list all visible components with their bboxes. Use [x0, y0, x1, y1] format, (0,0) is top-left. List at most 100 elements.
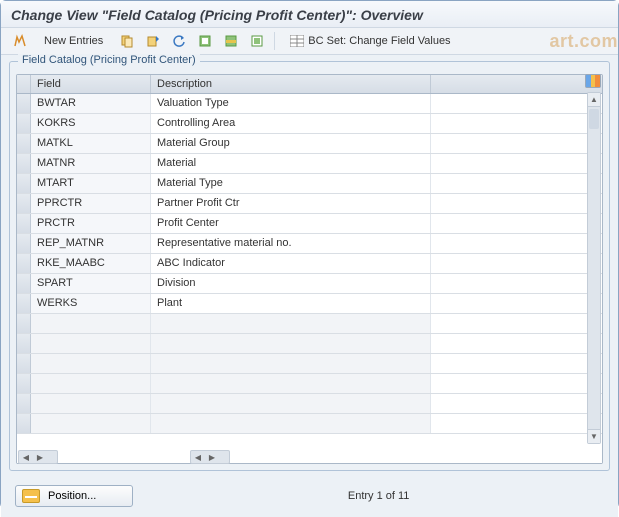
table-row[interactable]: RKE_MAABCABC Indicator: [17, 254, 602, 274]
cell-description[interactable]: Profit Center: [151, 214, 431, 233]
undo-button[interactable]: [168, 31, 190, 51]
cell-description[interactable]: Partner Profit Ctr: [151, 194, 431, 213]
row-selector[interactable]: [17, 194, 31, 213]
cell-description[interactable]: Division: [151, 274, 431, 293]
h-scroll-right[interactable]: ◀ ▶: [18, 450, 58, 464]
cell-field[interactable]: REP_MATNR: [31, 234, 151, 253]
position-label: Position...: [48, 490, 96, 502]
table-row[interactable]: PPRCTRPartner Profit Ctr: [17, 194, 602, 214]
scroll-up-icon[interactable]: ▲: [588, 93, 600, 107]
cell-description[interactable]: Material Type: [151, 174, 431, 193]
col-description[interactable]: Description: [151, 75, 431, 93]
row-selector[interactable]: [17, 394, 31, 413]
row-selector[interactable]: [17, 314, 31, 333]
cell-description[interactable]: Controlling Area: [151, 114, 431, 133]
cell-description[interactable]: Representative material no.: [151, 234, 431, 253]
row-selector[interactable]: [17, 174, 31, 193]
h-scroll-left-next-icon[interactable]: ▶: [205, 451, 219, 463]
table-row[interactable]: BWTARValuation Type: [17, 94, 602, 114]
cell-description[interactable]: Material: [151, 154, 431, 173]
cell-description: [151, 354, 431, 373]
row-selector[interactable]: [17, 134, 31, 153]
bcset-button[interactable]: BC Set: Change Field Values: [281, 31, 459, 51]
delete-button[interactable]: [142, 31, 164, 51]
cell-field: [31, 414, 151, 433]
cell-description: [151, 394, 431, 413]
cell-field[interactable]: MTART: [31, 174, 151, 193]
cell-field[interactable]: KOKRS: [31, 114, 151, 133]
cell-description[interactable]: Valuation Type: [151, 94, 431, 113]
row-selector[interactable]: [17, 214, 31, 233]
delete-icon: [146, 34, 160, 48]
table-row[interactable]: [17, 354, 602, 374]
row-selector[interactable]: [17, 114, 31, 133]
toggle-other-view-button[interactable]: [9, 31, 31, 51]
select-block-button[interactable]: [220, 31, 242, 51]
copy-icon: [120, 34, 134, 48]
col-field[interactable]: Field: [31, 75, 151, 93]
cell-field[interactable]: RKE_MAABC: [31, 254, 151, 273]
bcset-label: BC Set: Change Field Values: [308, 35, 450, 47]
cell-field[interactable]: PRCTR: [31, 214, 151, 233]
cell-field: [31, 374, 151, 393]
group-title: Field Catalog (Pricing Profit Center): [18, 54, 200, 66]
row-selector[interactable]: [17, 94, 31, 113]
h-scroll-right-prev-icon[interactable]: ◀: [19, 451, 33, 463]
col-select[interactable]: [17, 75, 31, 93]
table-row[interactable]: [17, 374, 602, 394]
cell-description[interactable]: Material Group: [151, 134, 431, 153]
row-selector[interactable]: [17, 354, 31, 373]
cell-field[interactable]: PPRCTR: [31, 194, 151, 213]
table-row[interactable]: SPARTDivision: [17, 274, 602, 294]
row-selector[interactable]: [17, 154, 31, 173]
table-row[interactable]: PRCTRProfit Center: [17, 214, 602, 234]
cell-field[interactable]: MATNR: [31, 154, 151, 173]
scroll-thumb[interactable]: [589, 109, 599, 129]
table-row[interactable]: [17, 394, 602, 414]
deselect-all-button[interactable]: [246, 31, 268, 51]
copy-as-button[interactable]: [116, 31, 138, 51]
row-selector[interactable]: [17, 374, 31, 393]
footer: Position... Entry 1 of 11: [1, 475, 618, 517]
position-button[interactable]: Position...: [15, 485, 133, 507]
cell-description: [151, 314, 431, 333]
table-row[interactable]: MATNRMaterial: [17, 154, 602, 174]
h-scroll-left-prev-icon[interactable]: ◀: [191, 451, 205, 463]
vertical-scrollbar[interactable]: ▲ ▼: [587, 92, 601, 444]
new-entries-button[interactable]: New Entries: [35, 31, 112, 51]
deselect-all-icon: [250, 34, 264, 48]
h-scroll-left[interactable]: ◀ ▶: [190, 450, 230, 464]
table-header: Field Description: [17, 75, 602, 94]
table-row[interactable]: [17, 314, 602, 334]
table-row[interactable]: MATKLMaterial Group: [17, 134, 602, 154]
table-row[interactable]: MTARTMaterial Type: [17, 174, 602, 194]
table-row[interactable]: [17, 414, 602, 434]
select-all-button[interactable]: [194, 31, 216, 51]
h-scroll-right-next-icon[interactable]: ▶: [33, 451, 47, 463]
cell-field[interactable]: MATKL: [31, 134, 151, 153]
page-title: Change View "Field Catalog (Pricing Prof…: [11, 7, 608, 23]
cell-field: [31, 394, 151, 413]
row-selector[interactable]: [17, 334, 31, 353]
table-row[interactable]: REP_MATNRRepresentative material no.: [17, 234, 602, 254]
row-selector[interactable]: [17, 414, 31, 433]
scroll-down-icon[interactable]: ▼: [588, 429, 600, 443]
table-row[interactable]: [17, 334, 602, 354]
select-all-icon: [198, 34, 212, 48]
cell-description[interactable]: ABC Indicator: [151, 254, 431, 273]
select-block-icon: [224, 34, 238, 48]
cell-field[interactable]: WERKS: [31, 294, 151, 313]
row-selector[interactable]: [17, 294, 31, 313]
cell-description[interactable]: Plant: [151, 294, 431, 313]
cell-field[interactable]: BWTAR: [31, 94, 151, 113]
entry-counter: Entry 1 of 11: [348, 490, 410, 502]
cell-field[interactable]: SPART: [31, 274, 151, 293]
table-row[interactable]: KOKRSControlling Area: [17, 114, 602, 134]
cell-description: [151, 374, 431, 393]
row-selector[interactable]: [17, 274, 31, 293]
row-selector[interactable]: [17, 254, 31, 273]
table-row[interactable]: WERKSPlant: [17, 294, 602, 314]
configure-columns-button[interactable]: [585, 74, 601, 88]
position-icon: [22, 489, 40, 503]
row-selector[interactable]: [17, 234, 31, 253]
